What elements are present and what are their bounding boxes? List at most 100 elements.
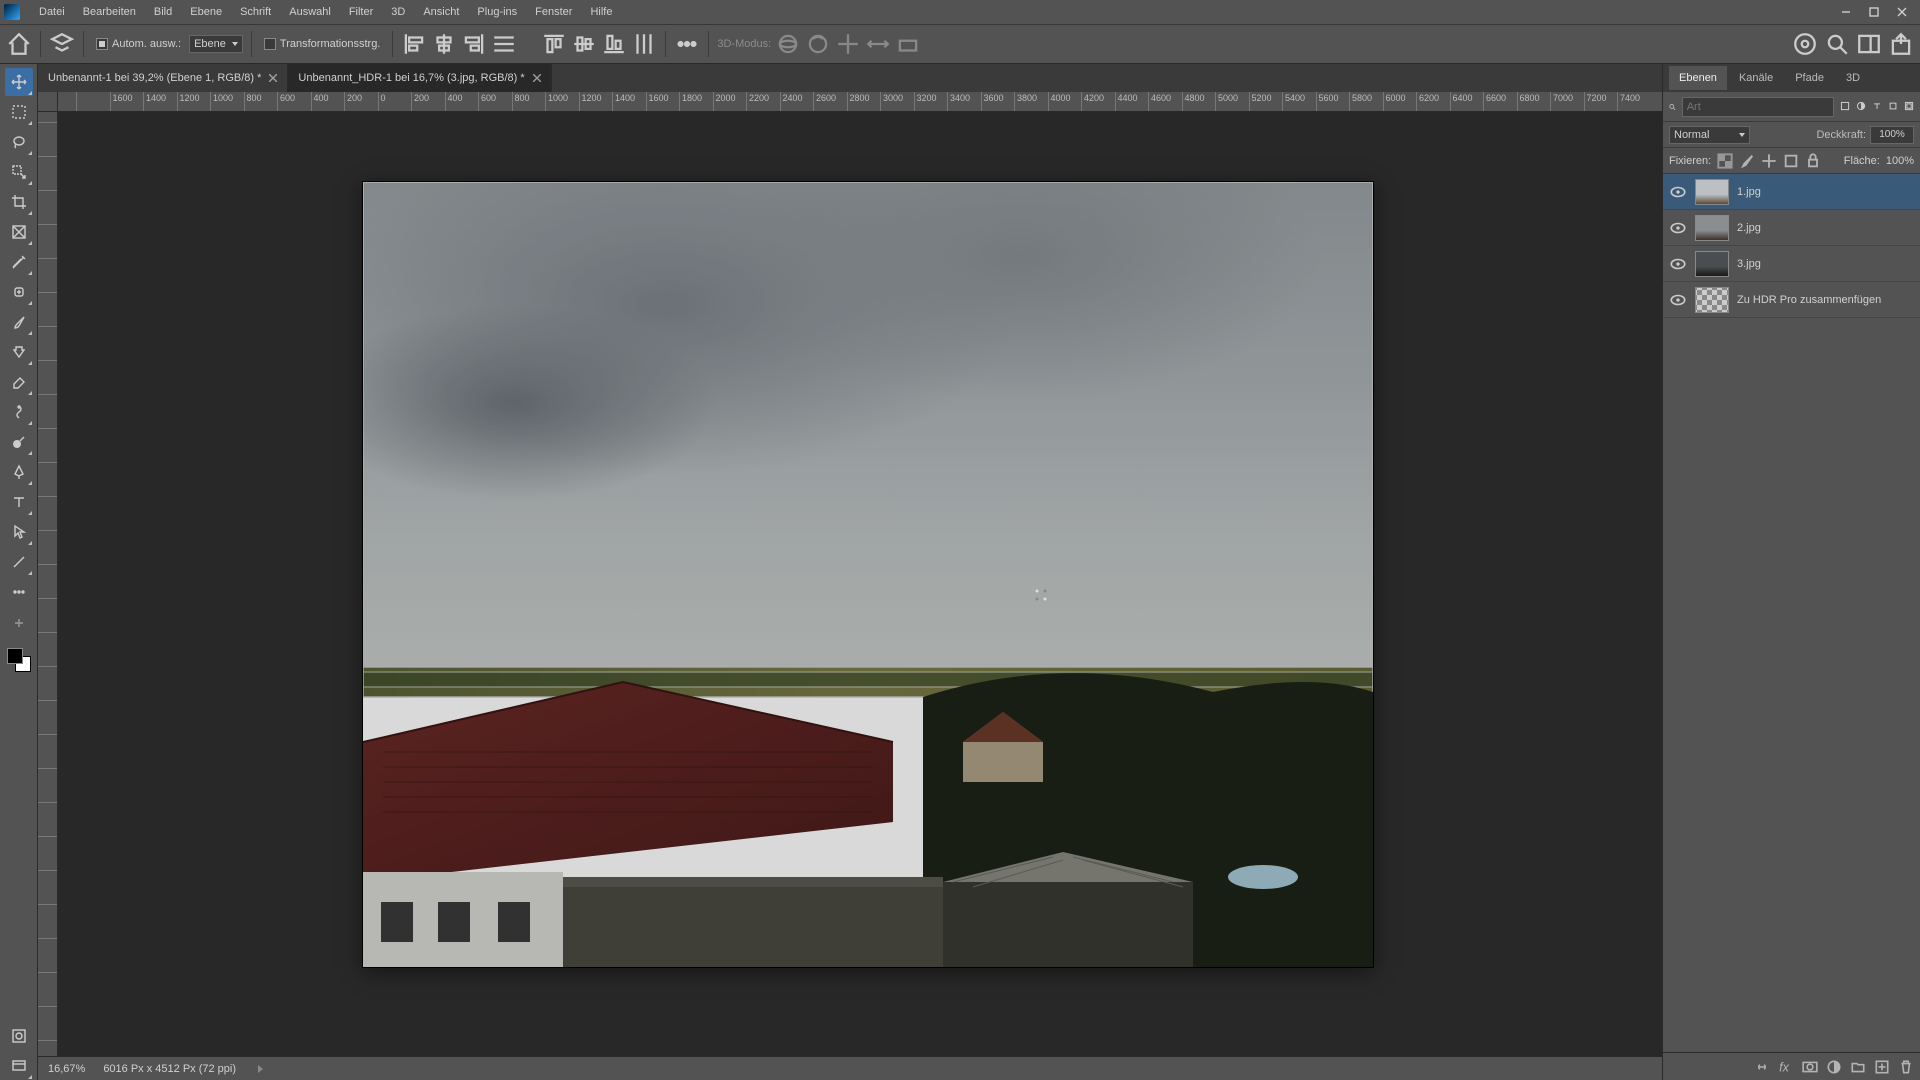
canvas[interactable] <box>363 182 1373 967</box>
more-tools[interactable] <box>5 578 33 606</box>
opacity-value[interactable]: 100% <box>1870 126 1914 144</box>
dodge-tool[interactable] <box>5 428 33 456</box>
window-maximize[interactable] <box>1860 0 1888 24</box>
document-tab[interactable]: Unbenannt-1 bei 39,2% (Ebene 1, RGB/8) * <box>38 64 288 92</box>
more-align-options[interactable] <box>674 31 700 57</box>
ruler-horizontal[interactable]: 1600140012001000800600400200020040060080… <box>58 92 1662 112</box>
layer-thumbnail[interactable] <box>1695 215 1729 241</box>
layer-thumbnail[interactable] <box>1695 251 1729 277</box>
eraser-tool[interactable] <box>5 368 33 396</box>
foreground-color-swatch[interactable] <box>7 648 23 664</box>
menu-ebene[interactable]: Ebene <box>181 0 231 24</box>
align-center-h[interactable] <box>431 31 457 57</box>
new-layer-icon[interactable] <box>1874 1059 1890 1075</box>
quick-select-tool[interactable] <box>5 158 33 186</box>
layer-name[interactable]: 3.jpg <box>1737 258 1761 270</box>
tab-pfade[interactable]: Pfade <box>1785 66 1834 90</box>
filter-shape-icon[interactable] <box>1888 98 1898 116</box>
color-swatches[interactable] <box>5 646 33 674</box>
menu-datei[interactable]: Datei <box>30 0 74 24</box>
distribute-v[interactable] <box>631 31 657 57</box>
close-icon[interactable] <box>269 74 277 82</box>
align-center-v[interactable] <box>571 31 597 57</box>
filter-adjust-icon[interactable] <box>1856 98 1866 116</box>
layer-name[interactable]: 2.jpg <box>1737 222 1761 234</box>
brush-tool[interactable] <box>5 308 33 336</box>
close-icon[interactable] <box>533 74 541 82</box>
eyedropper-tool[interactable] <box>5 248 33 276</box>
layer-filter-input[interactable] <box>1682 97 1834 117</box>
menu-3d[interactable]: 3D <box>382 0 414 24</box>
menu-schrift[interactable]: Schrift <box>231 0 280 24</box>
fill-value[interactable]: 100% <box>1886 155 1914 167</box>
link-layers-icon[interactable] <box>1754 1059 1770 1075</box>
menu-bild[interactable]: Bild <box>145 0 181 24</box>
layer-thumbnail[interactable] <box>1695 287 1729 313</box>
lock-artboard-icon[interactable] <box>1783 153 1799 169</box>
layer-visibility-toggle[interactable] <box>1669 219 1687 237</box>
healing-brush-tool[interactable] <box>5 278 33 306</box>
type-tool[interactable] <box>5 488 33 516</box>
window-minimize[interactable] <box>1832 0 1860 24</box>
menu-ansicht[interactable]: Ansicht <box>414 0 468 24</box>
pen-tool[interactable] <box>5 458 33 486</box>
menu-auswahl[interactable]: Auswahl <box>280 0 340 24</box>
layer-row[interactable]: Zu HDR Pro zusammenfügen <box>1663 282 1920 318</box>
document-tab[interactable]: Unbenannt_HDR-1 bei 16,7% (3.jpg, RGB/8)… <box>288 64 551 92</box>
window-close[interactable] <box>1888 0 1916 24</box>
menu-bearbeiten[interactable]: Bearbeiten <box>74 0 145 24</box>
transform-controls-checkbox[interactable]: Transformationsstrg. <box>260 38 384 50</box>
lock-all-icon[interactable] <box>1805 153 1821 169</box>
home-button[interactable] <box>6 31 32 57</box>
layer-row[interactable]: 1.jpg <box>1663 174 1920 210</box>
line-tool[interactable] <box>5 548 33 576</box>
status-more-icon[interactable] <box>258 1065 263 1073</box>
layer-row[interactable]: 2.jpg <box>1663 210 1920 246</box>
zoom-level[interactable]: 16,67% <box>48 1063 85 1075</box>
edit-toolbar-icon[interactable] <box>8 612 30 634</box>
screen-mode-tool[interactable] <box>5 1052 33 1080</box>
share-icon[interactable] <box>1888 31 1914 57</box>
layer-visibility-toggle[interactable] <box>1669 183 1687 201</box>
layer-visibility-toggle[interactable] <box>1669 291 1687 309</box>
align-top[interactable] <box>541 31 567 57</box>
document-dimensions[interactable]: 6016 Px x 4512 Px (72 ppi) <box>103 1063 236 1075</box>
ruler-origin[interactable] <box>38 92 58 112</box>
quick-mask-tool[interactable] <box>5 1022 33 1050</box>
delete-layer-icon[interactable] <box>1898 1059 1914 1075</box>
filter-pixel-icon[interactable] <box>1840 98 1850 116</box>
ruler-vertical[interactable] <box>38 112 58 1056</box>
canvas-viewport[interactable] <box>58 112 1662 1056</box>
cloud-docs-icon[interactable] <box>1792 31 1818 57</box>
layer-row[interactable]: 3.jpg <box>1663 246 1920 282</box>
layer-fx-icon[interactable]: fx <box>1778 1059 1794 1075</box>
layer-thumbnail[interactable] <box>1695 179 1729 205</box>
workspace-icon[interactable] <box>1856 31 1882 57</box>
search-app-icon[interactable] <box>1824 31 1850 57</box>
menu-fenster[interactable]: Fenster <box>526 0 581 24</box>
align-bottom[interactable] <box>601 31 627 57</box>
tab-3d[interactable]: 3D <box>1836 66 1870 90</box>
frame-tool[interactable] <box>5 218 33 246</box>
crop-tool[interactable] <box>5 188 33 216</box>
align-left[interactable] <box>401 31 427 57</box>
adjustment-layer-icon[interactable] <box>1826 1059 1842 1075</box>
layer-name[interactable]: Zu HDR Pro zusammenfügen <box>1737 294 1881 306</box>
layer-mask-icon[interactable] <box>1802 1059 1818 1075</box>
group-layers-icon[interactable] <box>1850 1059 1866 1075</box>
clone-stamp-tool[interactable] <box>5 338 33 366</box>
tab-ebenen[interactable]: Ebenen <box>1669 66 1727 90</box>
menu-plugins[interactable]: Plug-ins <box>468 0 526 24</box>
blend-mode-dropdown[interactable]: Normal <box>1669 126 1750 144</box>
lock-transparency-icon[interactable] <box>1717 153 1733 169</box>
move-tool[interactable] <box>5 68 33 96</box>
path-select-tool[interactable] <box>5 518 33 546</box>
filter-type-icon[interactable] <box>1872 98 1882 116</box>
layer-name[interactable]: 1.jpg <box>1737 186 1761 198</box>
tab-kanaele[interactable]: Kanäle <box>1729 66 1783 90</box>
layer-visibility-toggle[interactable] <box>1669 255 1687 273</box>
lock-position-icon[interactable] <box>1761 153 1777 169</box>
marquee-tool[interactable] <box>5 98 33 126</box>
menu-filter[interactable]: Filter <box>340 0 382 24</box>
distribute-h[interactable] <box>491 31 517 57</box>
